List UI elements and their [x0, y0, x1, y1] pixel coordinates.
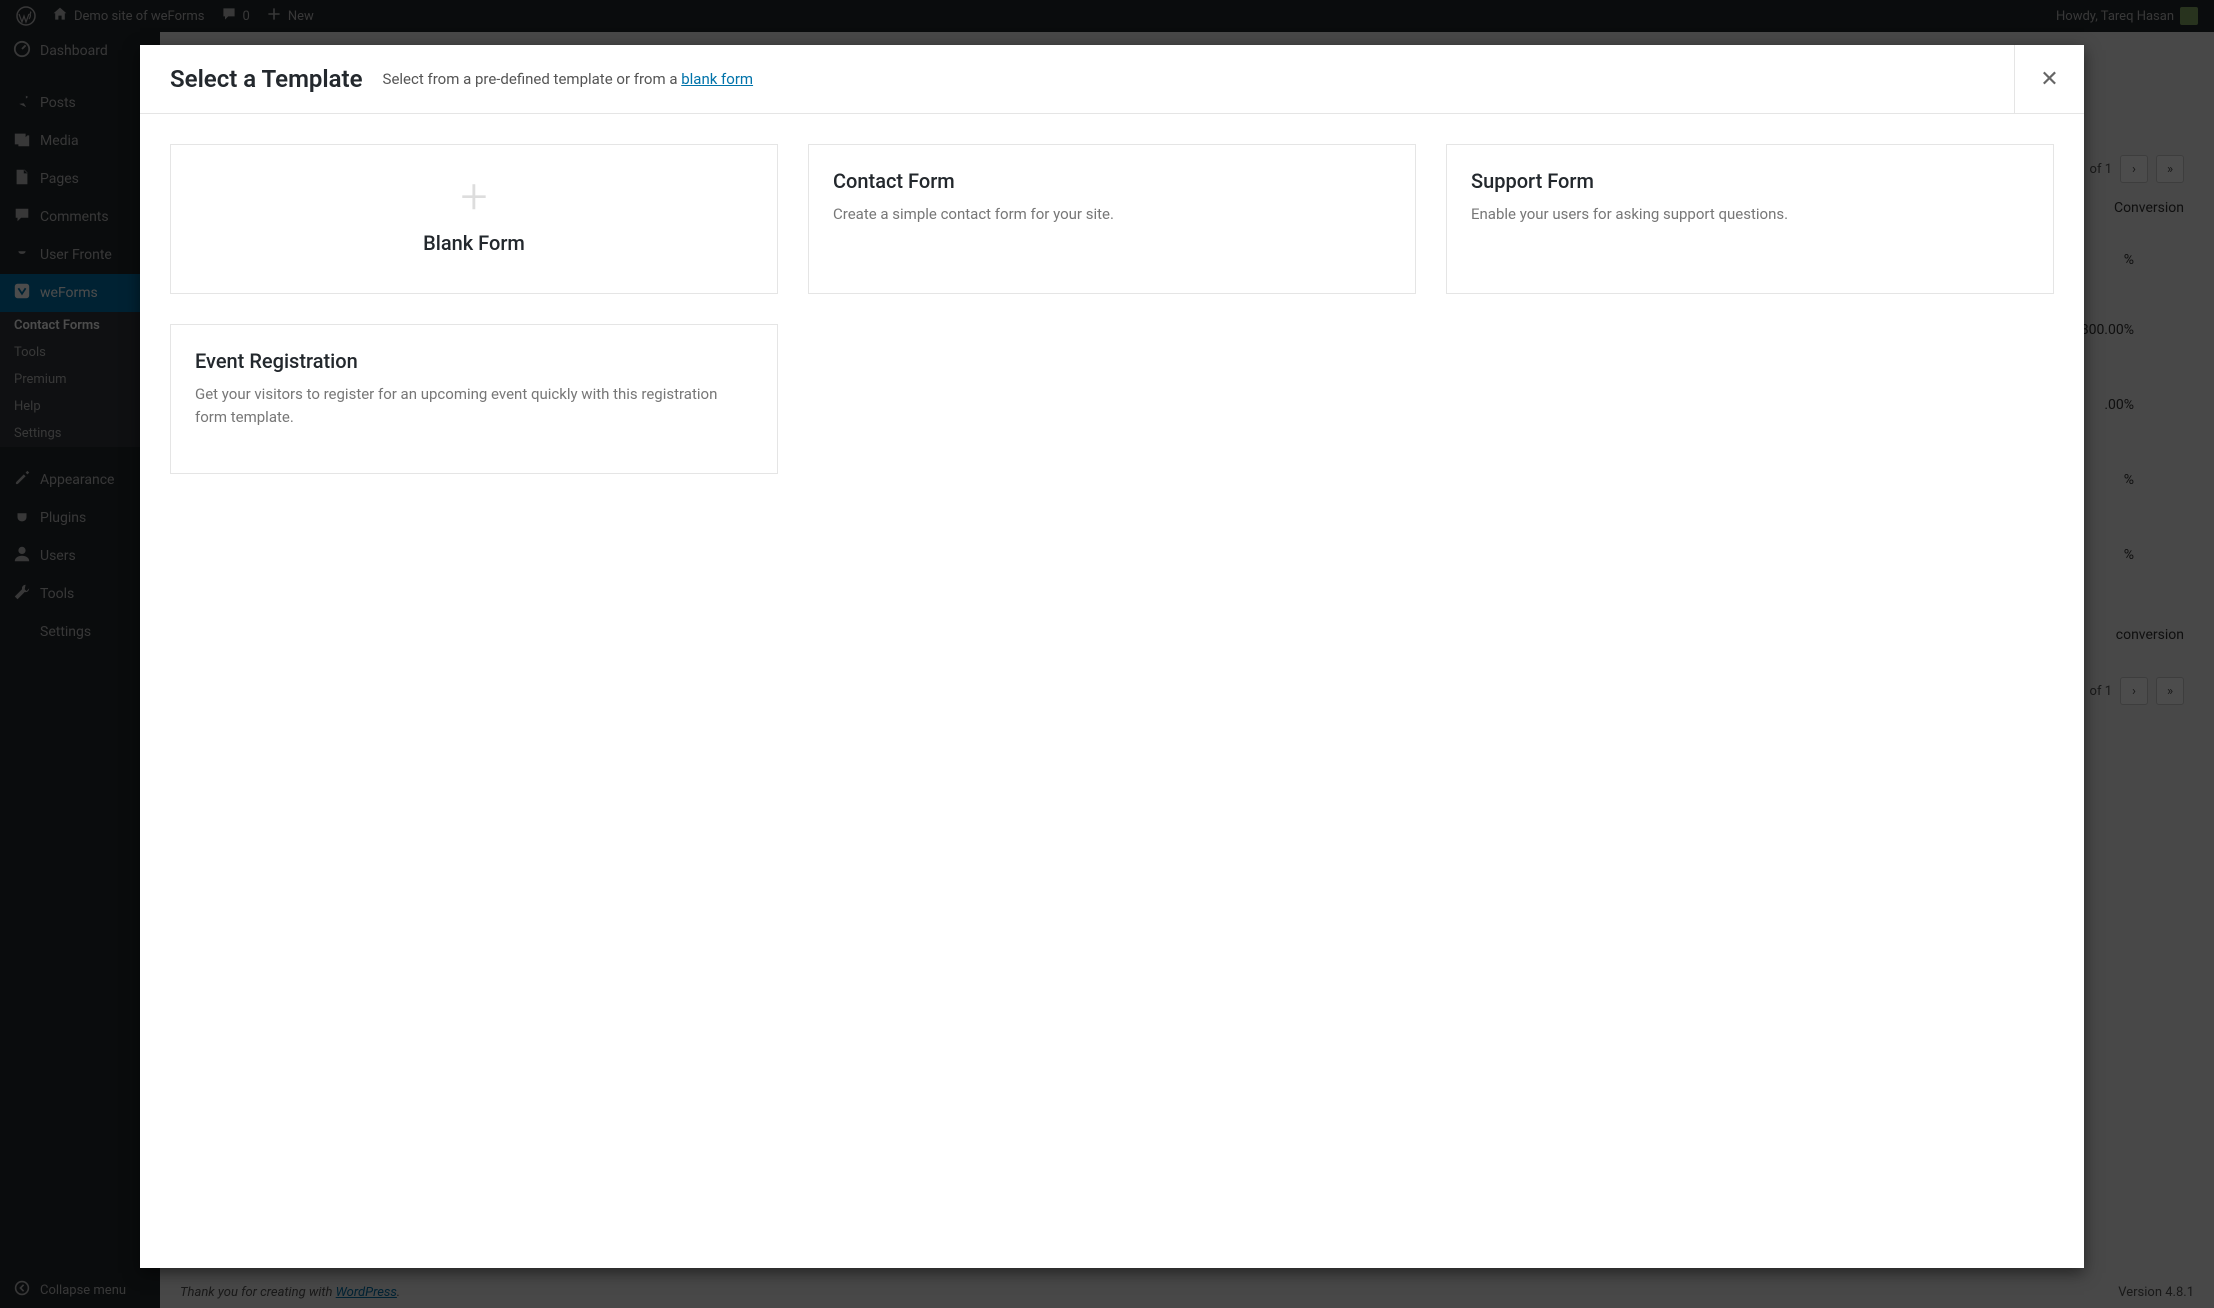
close-icon: ✕	[2040, 67, 2058, 92]
modal-close-button[interactable]: ✕	[2014, 45, 2084, 113]
template-description: Get your visitors to register for an upc…	[195, 383, 753, 428]
template-description: Enable your users for asking support que…	[1471, 203, 2029, 226]
plus-icon: +	[460, 173, 487, 221]
template-support-form[interactable]: Support Form Enable your users for askin…	[1446, 144, 2054, 294]
modal-subtitle: Select from a pre-defined template or fr…	[383, 70, 754, 88]
template-title: Blank Form	[423, 231, 525, 255]
template-modal: Select a Template Select from a pre-defi…	[140, 45, 2084, 1268]
template-title: Support Form	[1471, 169, 2029, 193]
template-event-registration[interactable]: Event Registration Get your visitors to …	[170, 324, 778, 474]
template-blank-form[interactable]: + Blank Form	[170, 144, 778, 294]
modal-body: + Blank Form Contact Form Create a simpl…	[140, 114, 2084, 1268]
blank-form-link[interactable]: blank form	[681, 70, 753, 88]
template-title: Event Registration	[195, 349, 753, 373]
template-contact-form[interactable]: Contact Form Create a simple contact for…	[808, 144, 1416, 294]
template-title: Contact Form	[833, 169, 1391, 193]
modal-header: Select a Template Select from a pre-defi…	[140, 45, 2084, 114]
template-description: Create a simple contact form for your si…	[833, 203, 1391, 226]
modal-title: Select a Template	[170, 65, 363, 93]
